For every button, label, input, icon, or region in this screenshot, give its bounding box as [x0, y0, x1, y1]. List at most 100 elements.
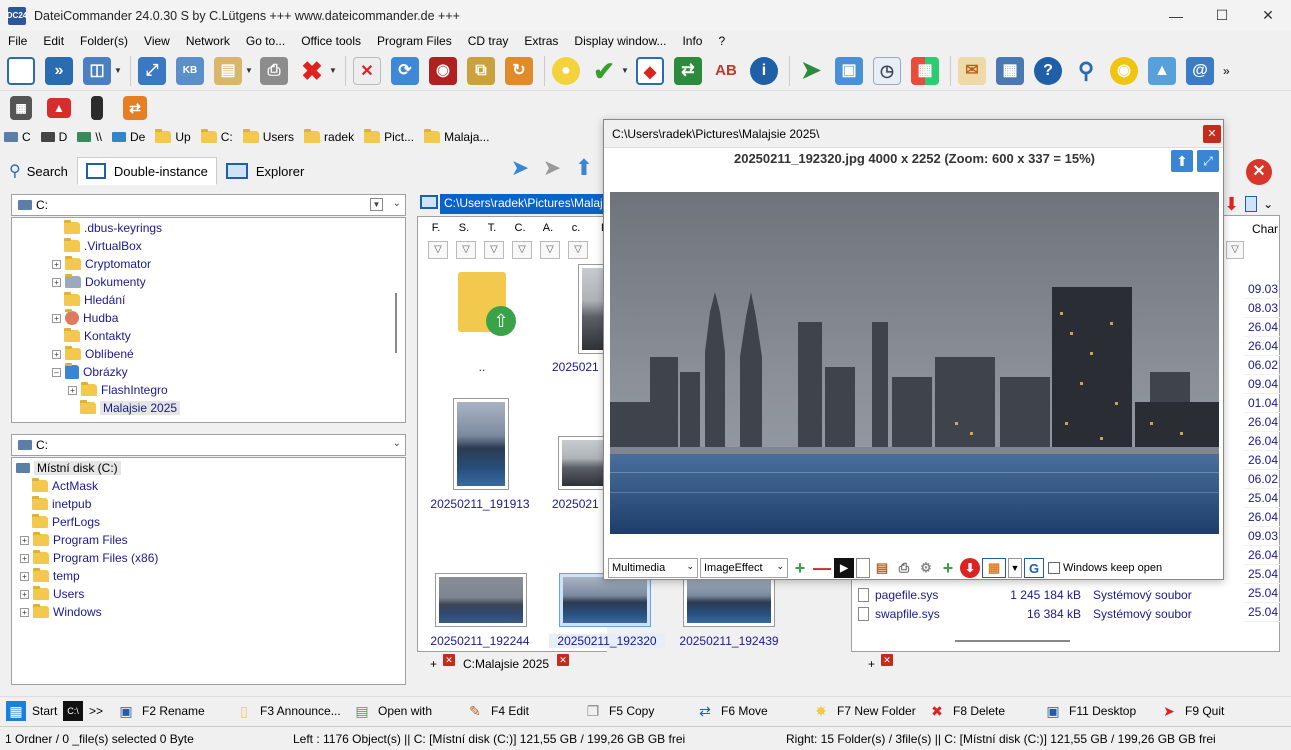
filter-icon[interactable]: ▽ [568, 241, 588, 259]
right-col-header[interactable]: Char [1252, 222, 1278, 236]
help-icon[interactable]: ? [1031, 54, 1065, 88]
menu-file[interactable]: File [0, 34, 35, 48]
tree-item[interactable]: + Windows [20, 603, 102, 621]
tree-root[interactable]: Místní disk (C:) [16, 459, 121, 477]
filter-icon[interactable]: ▽ [456, 241, 476, 259]
zoom-out-icon[interactable]: — [812, 558, 832, 578]
viewer-close-button[interactable]: ✕ [1203, 125, 1221, 143]
right-scrollbar[interactable] [955, 640, 1070, 642]
menu-folders[interactable]: Folder(s) [72, 34, 136, 48]
thumb-parent-folder[interactable]: ⇧ .. [442, 272, 522, 374]
f7-new-folder-button[interactable]: ✸ F7 New Folder [811, 698, 927, 724]
thumb-image[interactable] [683, 573, 775, 627]
add-tab-button[interactable]: + [868, 657, 875, 671]
computer-icon[interactable] [420, 195, 438, 209]
fullscreen-icon[interactable]: ⤢ [135, 54, 169, 88]
tab-malajsie[interactable]: C:Malajsie 2025 [463, 657, 549, 671]
file-row[interactable]: pagefile.sys 1 245 184 kB Systémový soub… [858, 585, 1192, 604]
filter-icon[interactable]: ▽ [540, 241, 560, 259]
menu-view[interactable]: View [136, 34, 178, 48]
filter-icon[interactable]: ▽ [428, 241, 448, 259]
play-icon[interactable]: ▶ [834, 558, 854, 578]
print-icon[interactable]: ⎙ [894, 558, 914, 578]
tree-item[interactable]: – Obrázky [52, 363, 128, 381]
tree-item[interactable]: + Cryptomator [52, 255, 151, 273]
compare-icon[interactable]: ◆ [633, 54, 667, 88]
forward-arrow-icon[interactable]: ➤ [540, 157, 564, 181]
add-tab-button[interactable]: + [430, 657, 437, 671]
menu-edit[interactable]: Edit [35, 34, 72, 48]
folder-size-icon[interactable]: KB [173, 54, 207, 88]
refresh-icon[interactable]: ⟳ [388, 54, 422, 88]
crumb-malajsie[interactable]: Malaja... [424, 129, 489, 144]
settings-icon[interactable]: ⚙ [916, 558, 936, 578]
network-icon[interactable]: ▦ [993, 54, 1027, 88]
calculator-icon[interactable]: ▦ [4, 91, 38, 125]
close-red-button[interactable]: ✕ [1246, 159, 1276, 189]
menu-cd-tray[interactable]: CD tray [460, 34, 517, 48]
tree-item[interactable]: ActMask [32, 477, 98, 495]
f9-quit-button[interactable]: ➤ F9 Quit [1159, 698, 1249, 724]
close-window-button[interactable]: ✕ [1245, 0, 1291, 31]
zoom-in-icon[interactable]: + [790, 558, 810, 578]
add-icon[interactable]: + [938, 558, 958, 578]
col-header[interactable]: F. [422, 222, 450, 234]
tray-icon[interactable]: ▲ [42, 91, 76, 125]
viewer-image[interactable] [610, 192, 1219, 534]
f2-rename-button[interactable]: ▣ F2 Rename [116, 698, 234, 724]
tree-item[interactable]: + Program Files (x86) [20, 549, 158, 567]
menu-extras[interactable]: Extras [516, 34, 566, 48]
tree-item[interactable]: + Users [20, 585, 84, 603]
menu-goto[interactable]: Go to... [238, 34, 293, 48]
close-tab-icon[interactable]: ✕ [881, 654, 894, 666]
tree-item[interactable]: + Hudba [52, 309, 118, 327]
usb-icon[interactable] [80, 91, 114, 125]
hide-icon[interactable]: ◉ [426, 54, 460, 88]
grid-icon[interactable]: ▦ [982, 558, 1006, 578]
tree-item[interactable]: inetpub [32, 495, 91, 513]
rename-ab-icon[interactable]: AB [709, 54, 743, 88]
delete-file-icon[interactable]: ✕ [350, 54, 384, 88]
page-icon[interactable] [856, 558, 870, 578]
delete-dropdown[interactable]: ▼ [329, 66, 337, 75]
crumb-radek[interactable]: radek [304, 129, 354, 144]
google-icon[interactable]: G [1024, 558, 1044, 578]
email-at-icon[interactable]: @ [1183, 54, 1217, 88]
f4-edit-button[interactable]: ✎ F4 Edit [465, 698, 583, 724]
sync-folder-icon[interactable]: ↻ [502, 54, 536, 88]
tree-item[interactable]: + Program Files [20, 531, 128, 549]
column-options-icon[interactable] [1245, 196, 1258, 212]
close-tab-icon[interactable]: ✕ [443, 654, 456, 666]
check-icon[interactable]: ✔ [587, 54, 621, 88]
cmd-button[interactable]: C:\ >> [63, 698, 116, 724]
filter-icon[interactable]: ▽ [484, 241, 504, 259]
drive-icon[interactable]: ◫ [80, 54, 114, 88]
menu-office-tools[interactable]: Office tools [293, 34, 369, 48]
f3-announce-button[interactable]: ▯ F3 Announce... [234, 698, 352, 724]
left-top-drive-select[interactable]: C: ▼ ⌄ [11, 194, 406, 216]
tree-item[interactable]: .VirtualBox [64, 237, 142, 255]
start-button[interactable]: ▦ Start [0, 698, 63, 724]
tree-item[interactable]: + Oblíbené [52, 345, 134, 363]
check-dropdown[interactable]: ▼ [621, 66, 629, 75]
f5-copy-button[interactable]: ❐ F5 Copy [583, 698, 695, 724]
image-effect-select[interactable]: ImageEffect ⌄ [700, 558, 788, 578]
tab-explorer[interactable]: Explorer [217, 157, 313, 185]
menu-help[interactable]: ? [710, 34, 733, 48]
drive-network[interactable]: \\ [77, 130, 102, 144]
close-tab-icon[interactable]: ✕ [557, 654, 570, 666]
col-header[interactable]: S. [450, 222, 478, 234]
menu-network[interactable]: Network [178, 34, 238, 48]
drive-c[interactable]: C [4, 130, 31, 144]
cd-icon[interactable]: ◉ [1107, 54, 1141, 88]
menu-display-window[interactable]: Display window... [566, 34, 674, 48]
grid-dropdown[interactable]: ▼ [1008, 558, 1022, 578]
thumb-image-selected[interactable] [559, 573, 651, 627]
tree-item[interactable]: PerfLogs [32, 513, 100, 531]
middle-path-input[interactable]: C:\Users\radek\Pictures\Malajsie 2025 [440, 194, 606, 214]
minimize-button[interactable]: — [1153, 0, 1199, 31]
multimedia-select[interactable]: Multimedia ⌄ [608, 558, 698, 578]
tree-item-selected[interactable]: Malajsie 2025 [80, 399, 181, 417]
file-row[interactable]: swapfile.sys 16 384 kB Systémový soubor [858, 604, 1192, 623]
info-icon[interactable]: i [747, 54, 781, 88]
